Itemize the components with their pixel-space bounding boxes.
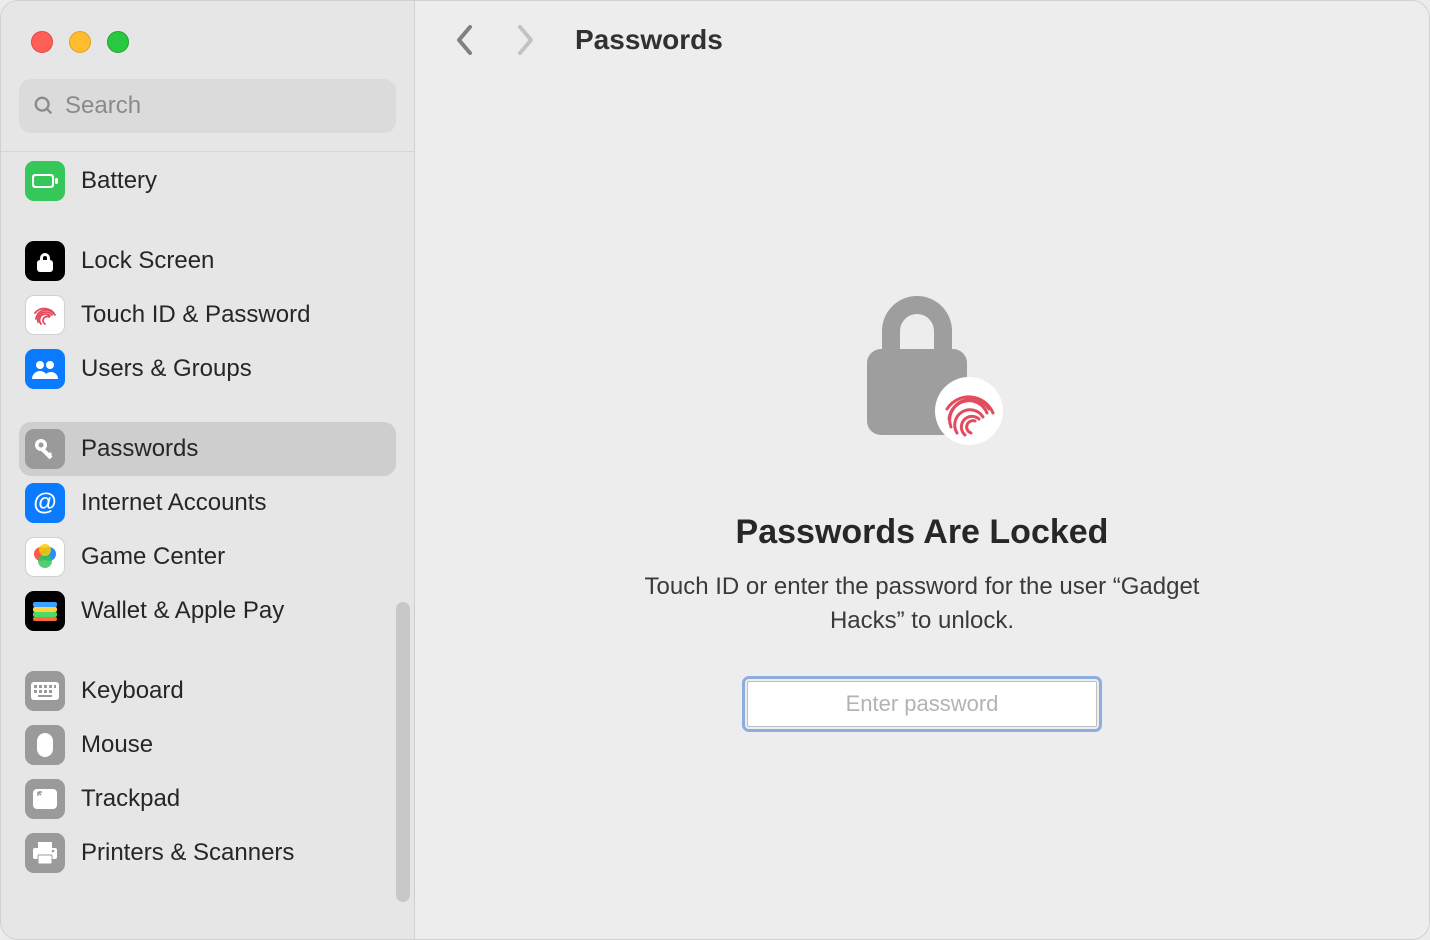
at-icon: @: [25, 483, 65, 523]
scrollbar[interactable]: [396, 602, 410, 902]
sidebar-item-passwords[interactable]: Passwords: [19, 422, 396, 476]
sidebar-item-label: Wallet & Apple Pay: [81, 597, 284, 625]
sidebar-item-game-center[interactable]: Game Center: [19, 530, 396, 584]
close-window-button[interactable]: [31, 31, 53, 53]
search-icon: [33, 95, 55, 117]
printer-icon: [25, 833, 65, 873]
locked-subtitle: Touch ID or enter the password for the u…: [612, 570, 1232, 637]
sidebar-item-label: Mouse: [81, 731, 153, 759]
gamecenter-icon: [25, 537, 65, 577]
key-icon: [25, 429, 65, 469]
sidebar-scroll[interactable]: Battery Lock Screen Touch ID & Password Use…: [1, 152, 414, 939]
search-input[interactable]: [55, 92, 382, 120]
sidebar-item-wallet[interactable]: Wallet & Apple Pay: [19, 584, 396, 638]
keyboard-icon: [25, 671, 65, 711]
fullscreen-window-button[interactable]: [107, 31, 129, 53]
sidebar-item-lock-screen[interactable]: Lock Screen: [19, 234, 396, 288]
search-field[interactable]: [19, 79, 396, 133]
topbar: Passwords: [415, 1, 1429, 79]
sidebar-item-label: Trackpad: [81, 785, 180, 813]
lock-graphic: [837, 259, 1007, 459]
battery-icon: [25, 161, 65, 201]
sidebar-item-label: Printers & Scanners: [81, 839, 294, 867]
sidebar-item-battery[interactable]: Battery: [19, 154, 396, 208]
sidebar-item-mouse[interactable]: Mouse: [19, 718, 396, 772]
sidebar-item-label: Keyboard: [81, 677, 184, 705]
sidebar-item-label: Users & Groups: [81, 355, 252, 383]
svg-text:@: @: [33, 489, 56, 516]
sidebar-item-keyboard[interactable]: Keyboard: [19, 664, 396, 718]
fingerprint-icon: [25, 295, 65, 335]
content-area: Passwords Are Locked Touch ID or enter t…: [415, 79, 1429, 939]
sidebar-item-trackpad[interactable]: Trackpad: [19, 772, 396, 826]
sidebar-item-label: Passwords: [81, 435, 198, 463]
minimize-window-button[interactable]: [69, 31, 91, 53]
sidebar-item-printers[interactable]: Printers & Scanners: [19, 826, 396, 880]
back-button[interactable]: [445, 20, 485, 60]
sidebar-item-internet-accounts[interactable]: @ Internet Accounts: [19, 476, 396, 530]
sidebar: Battery Lock Screen Touch ID & Password Use…: [1, 1, 415, 939]
sidebar-item-label: Lock Screen: [81, 247, 214, 275]
users-icon: [25, 349, 65, 389]
window-controls: [1, 1, 414, 53]
chevron-right-icon: [513, 23, 537, 57]
wallet-icon: [25, 591, 65, 631]
sidebar-item-label: Game Center: [81, 543, 225, 571]
page-title: Passwords: [575, 24, 723, 56]
mouse-icon: [25, 725, 65, 765]
lock-icon: [25, 241, 65, 281]
sidebar-item-users-groups[interactable]: Users & Groups: [19, 342, 396, 396]
chevron-left-icon: [453, 23, 477, 57]
forward-button[interactable]: [505, 20, 545, 60]
system-settings-window: Battery Lock Screen Touch ID & Password Use…: [0, 0, 1430, 940]
password-input[interactable]: [747, 681, 1097, 727]
locked-title: Passwords Are Locked: [736, 513, 1109, 552]
sidebar-item-label: Touch ID & Password: [81, 301, 310, 329]
sidebar-item-touch-id[interactable]: Touch ID & Password: [19, 288, 396, 342]
fingerprint-icon: [935, 377, 1003, 445]
trackpad-icon: [25, 779, 65, 819]
main-panel: Passwords: [415, 1, 1429, 939]
sidebar-item-label: Battery: [81, 167, 157, 195]
sidebar-item-label: Internet Accounts: [81, 489, 266, 517]
